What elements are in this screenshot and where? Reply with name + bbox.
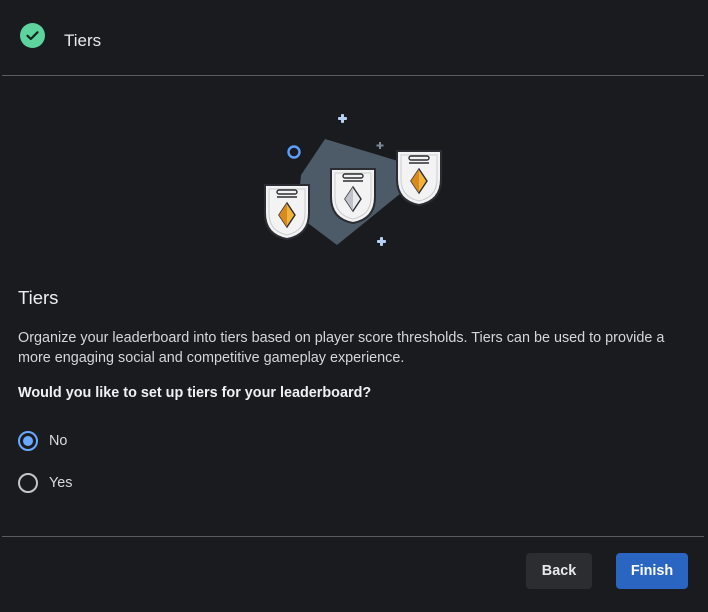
tiers-question: Would you like to set up tiers for your … [18, 385, 372, 401]
header-divider [2, 75, 704, 76]
option-yes[interactable]: Yes [18, 472, 72, 494]
option-yes-label: Yes [49, 475, 73, 491]
radio-yes[interactable] [18, 473, 38, 493]
option-no[interactable]: No [18, 430, 67, 452]
section-title: Tiers [18, 287, 59, 308]
radio-no[interactable] [18, 431, 38, 451]
back-button[interactable]: Back [526, 553, 592, 589]
setup-panel: Tiers Tiers Organize your leaderboard in… [0, 0, 708, 612]
footer-divider [2, 536, 704, 537]
section-description: Organize your leaderboard into tiers bas… [18, 330, 665, 366]
option-no-label: No [49, 433, 68, 449]
step-header[interactable]: Tiers [0, 0, 708, 75]
check-circle-icon [20, 23, 45, 48]
finish-button[interactable]: Finish [616, 553, 688, 589]
step-title: Tiers [64, 31, 102, 50]
tier-shields-illustration [255, 105, 455, 255]
